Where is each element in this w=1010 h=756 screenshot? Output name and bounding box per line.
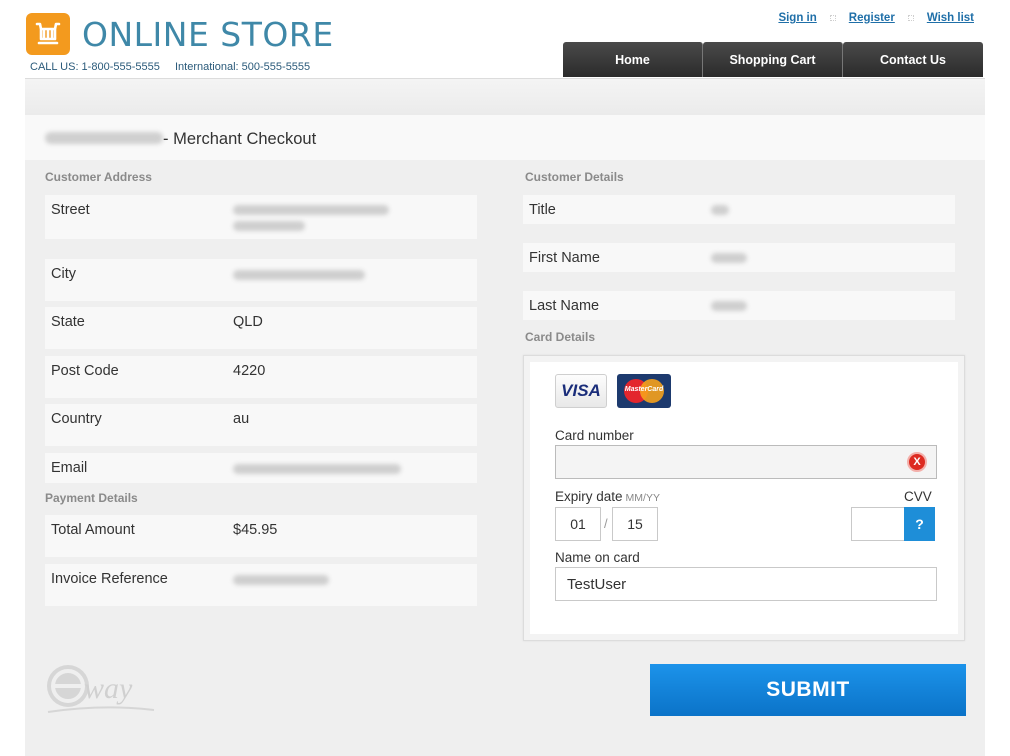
- expiry-year-input[interactable]: 15: [612, 507, 658, 541]
- title-value-redacted: [711, 205, 729, 215]
- sign-in-link[interactable]: Sign in: [778, 12, 816, 24]
- state-label: State: [51, 314, 85, 330]
- street-value-redacted: [233, 205, 389, 215]
- first-name-label: First Name: [529, 250, 600, 266]
- address-row-country: Country au: [45, 404, 477, 446]
- card-number-input[interactable]: [555, 445, 937, 479]
- expiry-date-label-text: Expiry date: [555, 489, 623, 504]
- address-row-street: Street: [45, 195, 477, 239]
- call-us-phone: CALL US: 1-800-555-5555: [30, 61, 160, 73]
- invoice-reference-label: Invoice Reference: [51, 571, 168, 587]
- checkout-title-bar: - Merchant Checkout: [25, 115, 985, 160]
- total-amount-label: Total Amount: [51, 522, 135, 538]
- expiry-date-hint: MM/YY: [625, 492, 660, 504]
- card-number-label: Card number: [555, 428, 634, 443]
- cvv-input[interactable]: [851, 507, 907, 541]
- title-label: Title: [529, 202, 556, 218]
- checkout-panel: - Merchant Checkout Customer Address Str…: [25, 115, 985, 756]
- name-on-card-label: Name on card: [555, 550, 640, 565]
- country-label: Country: [51, 411, 102, 427]
- checkout-page: ONLINE STORE CALL US: 1-800-555-5555 Int…: [0, 0, 1010, 756]
- store-name[interactable]: ONLINE STORE: [82, 15, 334, 54]
- address-row-email: Email: [45, 453, 477, 483]
- nav-home[interactable]: Home: [563, 42, 703, 77]
- expiry-separator: /: [604, 516, 608, 531]
- expiry-date-label: Expiry date MM/YY: [555, 489, 660, 504]
- card-number-error-icon[interactable]: X: [907, 452, 927, 472]
- cvv-label: CVV: [904, 489, 932, 504]
- post-code-value: 4220: [233, 363, 266, 379]
- checkout-title: - Merchant Checkout: [163, 130, 317, 148]
- merchant-name-redacted: [45, 132, 163, 144]
- nav-contact-us[interactable]: Contact Us: [843, 42, 983, 77]
- name-on-card-input[interactable]: TestUser: [555, 567, 937, 601]
- street-value-redacted: [233, 221, 305, 231]
- link-separator: [829, 15, 836, 21]
- cvv-help-button[interactable]: ?: [904, 507, 935, 541]
- card-details-heading: Card Details: [525, 330, 596, 344]
- mastercard-text: MasterCard: [624, 386, 664, 393]
- details-row-first-name: First Name: [523, 243, 955, 272]
- last-name-value-redacted: [711, 301, 747, 311]
- email-label: Email: [51, 460, 88, 476]
- address-row-city: City: [45, 259, 477, 301]
- last-name-label: Last Name: [529, 298, 600, 314]
- payment-row-total: Total Amount $45.95: [45, 515, 477, 557]
- address-row-post-code: Post Code 4220: [45, 356, 477, 398]
- expiry-month-input[interactable]: 01: [555, 507, 601, 541]
- details-row-last-name: Last Name: [523, 291, 955, 320]
- header-band: [25, 78, 985, 115]
- link-separator: [907, 15, 914, 21]
- visa-card-icon: VISA: [555, 374, 607, 408]
- eway-logo-icon: way: [47, 665, 155, 713]
- city-value-redacted: [233, 270, 365, 280]
- main-nav: Home Shopping Cart Contact Us: [563, 42, 983, 77]
- eway-logo-text: way: [84, 672, 133, 705]
- state-value: QLD: [233, 314, 263, 330]
- city-label: City: [51, 266, 76, 282]
- email-value-redacted: [233, 464, 401, 474]
- store-logo-icon[interactable]: [26, 13, 70, 55]
- address-row-state: State QLD: [45, 307, 477, 349]
- card-details-form: VISA MasterCard Card number X Expiry dat…: [523, 355, 965, 641]
- wish-list-link[interactable]: Wish list: [927, 12, 974, 24]
- mastercard-icon: MasterCard: [617, 374, 671, 408]
- register-link[interactable]: Register: [849, 12, 895, 24]
- payment-details-heading: Payment Details: [45, 491, 138, 505]
- total-amount-value: $45.95: [233, 522, 278, 538]
- customer-details-heading: Customer Details: [525, 170, 624, 184]
- payment-row-invoice: Invoice Reference: [45, 564, 477, 606]
- post-code-label: Post Code: [51, 363, 119, 379]
- details-row-title: Title: [523, 195, 955, 224]
- country-value: au: [233, 411, 250, 427]
- submit-button[interactable]: SUBMIT: [650, 664, 966, 716]
- street-label: Street: [51, 202, 90, 218]
- international-phone: International: 500-555-5555: [175, 61, 311, 73]
- account-links: Sign in Register Wish list: [778, 12, 974, 24]
- customer-address-heading: Customer Address: [45, 170, 152, 184]
- first-name-value-redacted: [711, 253, 747, 263]
- invoice-value-redacted: [233, 575, 329, 585]
- nav-shopping-cart[interactable]: Shopping Cart: [703, 42, 843, 77]
